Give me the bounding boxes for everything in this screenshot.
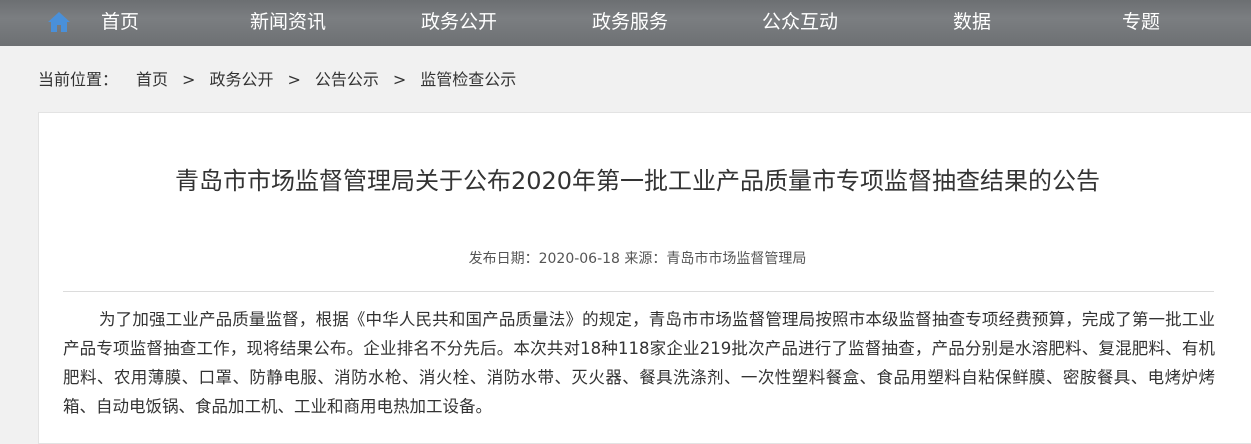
nav-item-interaction[interactable]: 公众互动	[762, 9, 838, 35]
breadcrumb-label: 当前位置：	[38, 70, 119, 89]
breadcrumb: 当前位置： 首页 > 政务公开 > 公告公示 > 监管检查公示	[38, 67, 516, 93]
nav-item-news[interactable]: 新闻资讯	[250, 9, 326, 35]
home-icon[interactable]	[47, 10, 71, 34]
top-nav: 首页 新闻资讯 政务公开 政务服务 公众互动 数据 专题	[0, 0, 1251, 46]
breadcrumb-item-home[interactable]: 首页	[136, 70, 168, 89]
breadcrumb-separator: >	[392, 70, 407, 89]
nav-item-data[interactable]: 数据	[953, 9, 991, 35]
divider	[63, 291, 1214, 292]
breadcrumb-item-gov-affairs[interactable]: 政务公开	[209, 70, 273, 89]
breadcrumb-item-inspection[interactable]: 监管检查公示	[420, 70, 516, 89]
article-meta: 发布日期：2020-06-18 来源：青岛市市场监督管理局	[468, 251, 807, 267]
article-title: 青岛市市场监督管理局关于公布2020年第一批工业产品质量市专项监督抽查结果的公告	[174, 167, 1101, 195]
breadcrumb-item-announcements[interactable]: 公告公示	[315, 70, 379, 89]
nav-item-topics[interactable]: 专题	[1122, 9, 1160, 35]
breadcrumb-separator: >	[182, 70, 196, 89]
nav-item-home[interactable]: 首页	[101, 9, 139, 35]
article-body: 为了加强工业产品质量监督，根据《中华人民共和国产品质量法》的规定，青岛市市场监督…	[63, 310, 1215, 416]
nav-item-gov-affairs[interactable]: 政务公开	[421, 9, 497, 35]
breadcrumb-separator: >	[287, 70, 301, 89]
nav-item-gov-service[interactable]: 政务服务	[592, 9, 668, 35]
